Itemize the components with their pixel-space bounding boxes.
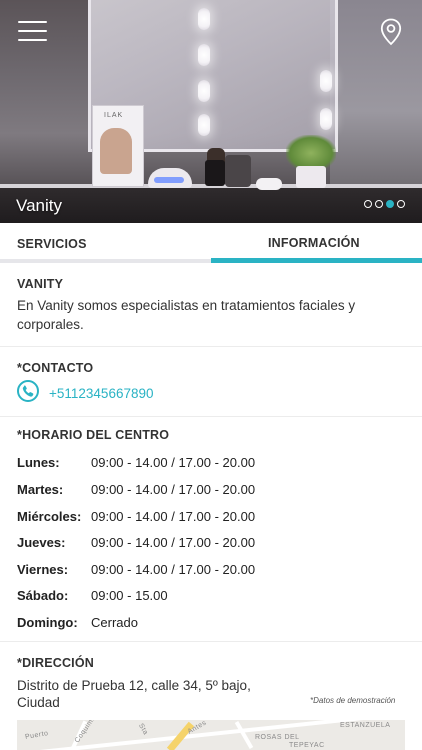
about-title: VANITY xyxy=(17,277,64,291)
schedule-hours: 09:00 - 14.00 / 17.00 - 20.00 xyxy=(91,455,256,470)
hero-title: Vanity xyxy=(16,196,62,215)
hero-cup xyxy=(225,155,251,187)
hero-bulb xyxy=(198,114,210,136)
map-label: TEPEYAC xyxy=(289,742,325,749)
contact-title: *CONTACTO xyxy=(17,361,94,375)
map-label: Sta xyxy=(136,722,150,737)
demo-data-note: *Datos de demostración xyxy=(310,696,396,705)
tab-servicios[interactable]: SERVICIOS xyxy=(0,223,211,263)
map-label: Puerto xyxy=(24,730,50,741)
map-road xyxy=(234,721,254,749)
carousel-dot[interactable] xyxy=(397,200,405,208)
schedule-hours: 09:00 - 15.00 xyxy=(91,588,168,603)
hero-cotton xyxy=(256,178,282,190)
schedule-day: Jueves: xyxy=(17,535,66,550)
phone-link[interactable]: +5112345667890 xyxy=(49,386,154,401)
about-section: VANITY En Vanity somos especialistas en … xyxy=(0,263,422,347)
tab-bar: SERVICIOS INFORMACIÓN xyxy=(0,223,422,263)
schedule-hours: Cerrado xyxy=(91,615,138,630)
hero-bulb xyxy=(198,44,210,66)
schedule-hours: 09:00 - 14.00 / 17.00 - 20.00 xyxy=(91,482,256,497)
hero-product-box-text: ILAK xyxy=(104,112,124,119)
tab-label: SERVICIOS xyxy=(17,237,87,251)
phone-icon[interactable] xyxy=(17,380,39,402)
address-line-2: Ciudad xyxy=(17,695,60,710)
hamburger-icon[interactable] xyxy=(18,21,47,42)
hero-bulb xyxy=(320,108,332,130)
hero-bulb xyxy=(198,80,210,102)
map-label: ESTANZUELA xyxy=(340,722,391,729)
schedule-section: *HORARIO DEL CENTRO xyxy=(0,417,422,642)
carousel-dot[interactable] xyxy=(375,200,383,208)
schedule-day: Miércoles: xyxy=(17,509,82,524)
hero-jar xyxy=(205,160,225,186)
hero-image: ILAK Vanity xyxy=(0,0,422,223)
hero-bulb xyxy=(198,8,210,30)
map-label: ROSAS DEL xyxy=(255,734,300,741)
address-title: *DIRECCIÓN xyxy=(17,656,95,670)
carousel-dot-active[interactable] xyxy=(386,200,394,208)
hero-nail-lamp-led xyxy=(154,177,184,183)
hero-product-hand xyxy=(100,128,132,174)
schedule-hours: 09:00 - 14.00 / 17.00 - 20.00 xyxy=(91,535,256,550)
carousel-dot[interactable] xyxy=(364,200,372,208)
tab-label: INFORMACIÓN xyxy=(268,236,360,250)
schedule-day: Sábado: xyxy=(17,588,69,603)
tab-informacion[interactable]: INFORMACIÓN xyxy=(211,223,422,263)
hero-bulb xyxy=(320,70,332,92)
schedule-day: Lunes: xyxy=(17,455,60,470)
schedule-title: *HORARIO DEL CENTRO xyxy=(17,428,170,442)
schedule-hours: 09:00 - 14.00 / 17.00 - 20.00 xyxy=(91,509,256,524)
schedule-day: Viernes: xyxy=(17,562,69,577)
schedule-day: Martes: xyxy=(17,482,64,497)
about-text: En Vanity somos especialistas en tratami… xyxy=(17,298,356,332)
contact-section: *CONTACTO xyxy=(0,347,422,417)
schedule-hours: 09:00 - 14.00 / 17.00 - 20.00 xyxy=(91,562,256,577)
schedule-day: Domingo: xyxy=(17,615,78,630)
address-map[interactable]: ESTANZUELA ROSAS DEL TEPEYAC Coquimbo Pu… xyxy=(17,720,405,750)
hero-counter xyxy=(0,188,422,223)
map-pin-icon[interactable] xyxy=(380,18,402,46)
hero-plant-pot xyxy=(296,166,326,188)
carousel-dots[interactable] xyxy=(364,200,405,208)
